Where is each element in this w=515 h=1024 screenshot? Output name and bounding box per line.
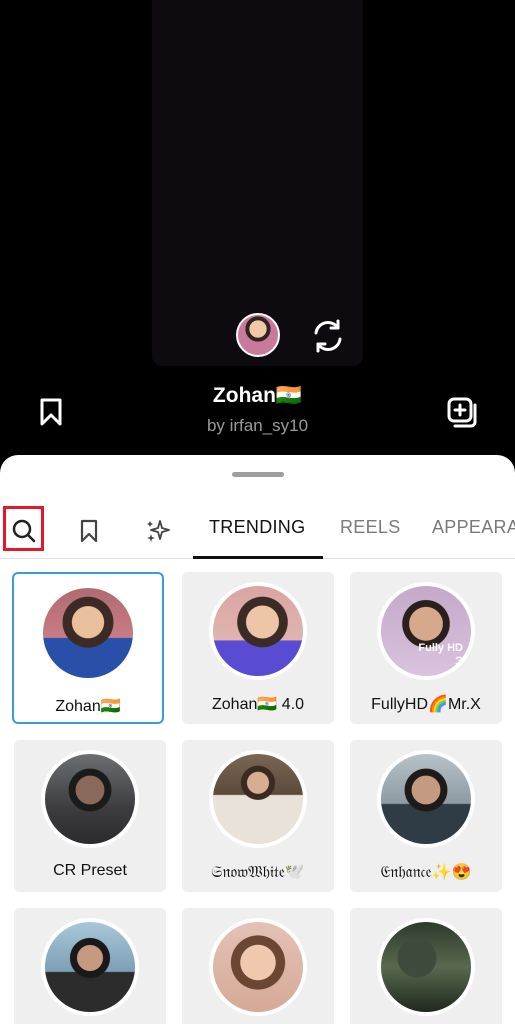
effect-tile-label: 𝔈𝔫𝔥𝔞𝔫𝔠𝔢✨😍 bbox=[380, 864, 472, 881]
camera-flip-icon[interactable] bbox=[308, 316, 348, 356]
effect-tile[interactable] bbox=[350, 908, 502, 1024]
effects-tab-bar: TRENDING REELS APPEARA bbox=[0, 503, 515, 559]
effect-avatar[interactable] bbox=[236, 313, 280, 357]
bookmark-icon[interactable] bbox=[70, 512, 108, 550]
effect-tile-label: 𝔖𝔫𝔬𝔴𝔚𝔥𝔦𝔱𝔢🕊️ bbox=[211, 864, 305, 881]
effect-tile[interactable]: 𝔖𝔫𝔬𝔴𝔚𝔥𝔦𝔱𝔢🕊️ bbox=[182, 740, 334, 892]
effect-thumbnail bbox=[41, 750, 139, 848]
effects-sheet: TRENDING REELS APPEARA Zohan🇮🇳 Zohan🇮🇳 4… bbox=[0, 455, 515, 1024]
effect-tile[interactable]: Zohan🇮🇳 4.0 bbox=[182, 572, 334, 724]
effect-author[interactable]: by irfan_sy10 bbox=[0, 416, 515, 436]
effect-tile[interactable] bbox=[182, 908, 334, 1024]
effect-tile-label: Zohan🇮🇳 4.0 bbox=[212, 696, 304, 713]
tab-reels[interactable]: REELS bbox=[340, 517, 401, 538]
camera-preview bbox=[152, 0, 363, 366]
active-tab-indicator bbox=[193, 556, 323, 559]
effect-thumbnail bbox=[377, 918, 475, 1016]
effect-thumbnail bbox=[209, 582, 307, 680]
add-to-story-icon[interactable] bbox=[446, 396, 480, 430]
effect-tile[interactable]: CR Preset bbox=[14, 740, 166, 892]
effect-tile[interactable]: Fully HD 3 FullyHD🌈Mr.X bbox=[350, 572, 502, 724]
effect-thumbnail bbox=[377, 750, 475, 848]
effect-tile[interactable]: 𝔈𝔫𝔥𝔞𝔫𝔠𝔢✨😍 bbox=[350, 740, 502, 892]
effect-title: Zohan🇮🇳 bbox=[212, 384, 303, 407]
tab-appearance[interactable]: APPEARA bbox=[432, 517, 515, 538]
effect-thumbnail bbox=[39, 584, 137, 682]
thumbnail-badge: Fully HD 3 bbox=[418, 642, 463, 669]
tab-trending[interactable]: TRENDING bbox=[209, 517, 305, 538]
effect-tile[interactable] bbox=[14, 908, 166, 1024]
effect-tile[interactable]: Zohan🇮🇳 bbox=[12, 572, 164, 724]
effect-thumbnail bbox=[209, 750, 307, 848]
effect-tile-label: Zohan🇮🇳 bbox=[55, 698, 121, 715]
sheet-drag-handle[interactable] bbox=[232, 472, 284, 477]
search-icon[interactable] bbox=[5, 512, 43, 550]
effect-thumbnail: Fully HD 3 bbox=[377, 582, 475, 680]
effect-tile-label: FullyHD🌈Mr.X bbox=[371, 696, 481, 713]
effect-thumbnail bbox=[209, 918, 307, 1016]
effect-tile-label: CR Preset bbox=[53, 862, 127, 879]
sparkle-icon[interactable] bbox=[139, 512, 177, 550]
effect-thumbnail bbox=[41, 918, 139, 1016]
